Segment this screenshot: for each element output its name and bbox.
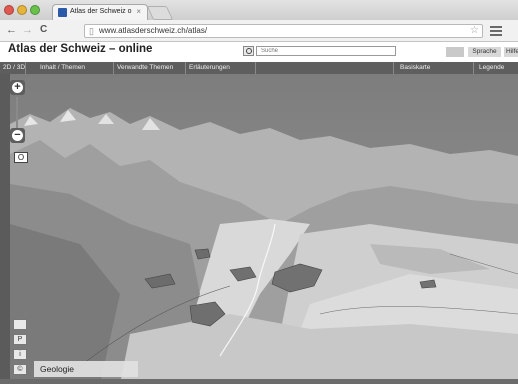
browser-menu-icon[interactable] — [490, 26, 502, 36]
orientation-button[interactable]: O — [14, 152, 28, 163]
site-title: Atlas der Schweiz – online — [8, 43, 153, 55]
map-3d-view[interactable] — [10, 74, 518, 384]
print-button[interactable]: P — [13, 334, 27, 345]
forward-arrow-icon[interactable]: → — [22, 24, 33, 36]
blank-tool-button[interactable] — [13, 319, 27, 330]
language-button[interactable]: Sprache — [468, 47, 501, 57]
bookmark-star-icon[interactable]: ☆ — [470, 25, 479, 36]
map-theme-label: Geologie — [34, 361, 138, 377]
menu-item-verwandte-themen[interactable]: Verwandte Themen — [114, 62, 186, 74]
menu-item-2d-3d[interactable]: 2D / 3D — [0, 62, 26, 74]
maximize-window-button[interactable] — [30, 5, 40, 15]
close-window-button[interactable] — [4, 5, 14, 15]
tab-close-icon[interactable]: × — [136, 7, 141, 16]
help-button[interactable]: Hilfe — [504, 47, 518, 57]
browser-tab[interactable]: Atlas der Schweiz o × — [52, 4, 148, 20]
terrain-render — [10, 74, 518, 384]
bottom-bar — [0, 379, 518, 384]
menu-item-erlaeuterungen[interactable]: Erläuterungen — [186, 62, 256, 74]
menu-item-inhalt-themen[interactable]: Inhalt / Themen — [26, 62, 114, 74]
page-icon: ▯ — [89, 26, 94, 36]
url-text: www.atlasderschweiz.ch/atlas/ — [99, 26, 208, 35]
menu-item-basiskarte[interactable]: Basiskarte — [394, 62, 474, 74]
site-favicon-icon — [58, 8, 67, 17]
language-flag-box — [446, 47, 464, 57]
zoom-slider[interactable] — [16, 97, 18, 129]
tab-title: Atlas der Schweiz o — [70, 8, 132, 15]
minimize-window-button[interactable] — [17, 5, 27, 15]
menu-item-empty — [256, 62, 394, 74]
address-bar[interactable]: ▯ www.atlasderschweiz.ch/atlas/ ☆ — [84, 24, 483, 38]
zoom-out-icon: − — [12, 130, 23, 141]
geology-patch — [194, 248, 211, 260]
zoom-in-icon: + — [12, 82, 23, 93]
zoom-out-button[interactable]: − — [10, 128, 25, 143]
reload-icon[interactable]: C — [40, 24, 47, 36]
info-button[interactable]: i — [13, 349, 27, 360]
back-arrow-icon[interactable]: ← — [6, 24, 17, 36]
menu-item-legende[interactable]: Legende — [474, 62, 518, 74]
zoom-in-button[interactable]: + — [10, 80, 25, 95]
copyright-button[interactable]: © — [13, 364, 27, 375]
map-control-strip — [0, 74, 10, 384]
search-input[interactable] — [256, 46, 396, 56]
search-icon[interactable] — [243, 46, 254, 56]
